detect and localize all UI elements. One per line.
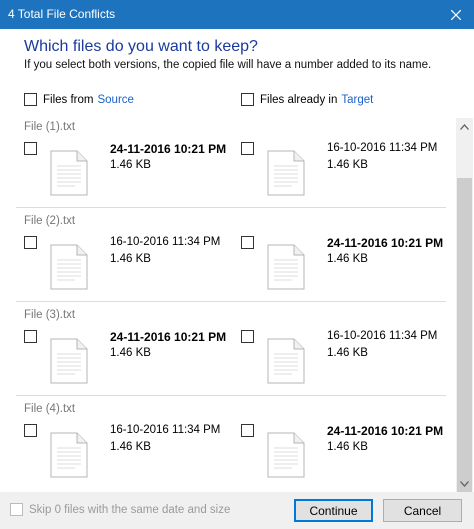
source-version: 24-11-2016 10:21 PM 1.46 KB xyxy=(24,140,234,202)
file-icon xyxy=(267,338,305,384)
source-link[interactable]: Source xyxy=(97,94,133,106)
target-date: 24-11-2016 10:21 PM xyxy=(327,424,444,438)
filter-target[interactable]: Files already in Target xyxy=(241,93,373,106)
title-bar: 4 Total File Conflicts xyxy=(0,0,474,29)
source-version: 16-10-2016 11:34 PM 1.46 KB xyxy=(24,234,234,296)
conflict-file-name: File (4).txt xyxy=(24,403,76,415)
conflict-list: File (1).txt 24-11-2016 10:21 PM 1.46 KB… xyxy=(16,118,456,492)
scroll-up-button[interactable] xyxy=(456,118,473,135)
window-title: 4 Total File Conflicts xyxy=(8,7,116,21)
target-all-checkbox[interactable] xyxy=(241,93,254,106)
conflict-file-name: File (1).txt xyxy=(24,121,76,133)
keep-target-checkbox[interactable] xyxy=(241,142,254,155)
file-icon xyxy=(50,432,88,478)
scrollbar-thumb[interactable] xyxy=(457,178,472,492)
source-size: 1.46 KB xyxy=(110,253,151,265)
dialog-subheading: If you select both versions, the copied … xyxy=(24,59,432,71)
skip-same-files: Skip 0 files with the same date and size xyxy=(10,503,230,516)
target-version: 16-10-2016 11:34 PM 1.46 KB xyxy=(241,140,451,202)
filter-source[interactable]: Files from Source xyxy=(24,93,134,106)
scroll-up-arrow-icon xyxy=(460,123,469,130)
source-date: 16-10-2016 11:34 PM xyxy=(110,424,221,436)
target-date: 16-10-2016 11:34 PM xyxy=(327,330,438,342)
target-version: 24-11-2016 10:21 PM 1.46 KB xyxy=(241,234,451,296)
file-icon xyxy=(267,150,305,196)
target-date: 16-10-2016 11:34 PM xyxy=(327,142,438,154)
source-version: 24-11-2016 10:21 PM 1.46 KB xyxy=(24,328,234,390)
filter-target-label: Files already in xyxy=(260,93,338,106)
keep-target-checkbox[interactable] xyxy=(241,424,254,437)
target-date: 24-11-2016 10:21 PM xyxy=(327,236,444,250)
row-divider xyxy=(16,207,446,208)
conflict-row: File (4).txt 16-10-2016 11:34 PM 1.46 KB… xyxy=(16,400,446,492)
keep-target-checkbox[interactable] xyxy=(241,236,254,249)
conflict-row: File (1).txt 24-11-2016 10:21 PM 1.46 KB… xyxy=(16,118,446,212)
close-button[interactable] xyxy=(438,0,474,29)
target-size: 1.46 KB xyxy=(327,253,368,265)
source-size: 1.46 KB xyxy=(110,347,151,359)
file-icon xyxy=(267,432,305,478)
target-version: 24-11-2016 10:21 PM 1.46 KB xyxy=(241,422,451,484)
skip-same-label: Skip 0 files with the same date and size xyxy=(29,503,231,516)
conflict-file-name: File (3).txt xyxy=(24,309,76,321)
source-date: 24-11-2016 10:21 PM xyxy=(110,330,227,344)
source-version: 16-10-2016 11:34 PM 1.46 KB xyxy=(24,422,234,484)
conflict-row: File (2).txt 16-10-2016 11:34 PM 1.46 KB… xyxy=(16,212,446,306)
keep-target-checkbox[interactable] xyxy=(241,330,254,343)
target-size: 1.46 KB xyxy=(327,441,368,453)
conflict-file-name: File (2).txt xyxy=(24,215,76,227)
file-icon xyxy=(267,244,305,290)
close-icon xyxy=(451,9,461,20)
file-icon xyxy=(50,150,88,196)
source-date: 24-11-2016 10:21 PM xyxy=(110,142,227,156)
conflict-row: File (3).txt 24-11-2016 10:21 PM 1.46 KB… xyxy=(16,306,446,400)
file-icon xyxy=(50,244,88,290)
vertical-scrollbar[interactable] xyxy=(456,118,473,492)
scroll-down-arrow-icon xyxy=(460,480,469,487)
source-size: 1.46 KB xyxy=(110,441,151,453)
row-divider xyxy=(16,395,446,396)
keep-source-checkbox[interactable] xyxy=(24,424,37,437)
dialog-heading: Which files do you want to keep? xyxy=(24,38,258,55)
keep-source-checkbox[interactable] xyxy=(24,236,37,249)
source-date: 16-10-2016 11:34 PM xyxy=(110,236,221,248)
continue-button[interactable]: Continue xyxy=(294,499,373,522)
source-size: 1.46 KB xyxy=(110,159,151,171)
skip-same-checkbox[interactable] xyxy=(10,503,23,516)
cancel-button[interactable]: Cancel xyxy=(383,499,462,522)
keep-source-checkbox[interactable] xyxy=(24,142,37,155)
scroll-down-button[interactable] xyxy=(456,475,473,492)
source-all-checkbox[interactable] xyxy=(24,93,37,106)
keep-source-checkbox[interactable] xyxy=(24,330,37,343)
row-divider xyxy=(16,301,446,302)
target-size: 1.46 KB xyxy=(327,159,368,171)
file-icon xyxy=(50,338,88,384)
target-link[interactable]: Target xyxy=(341,94,373,106)
target-size: 1.46 KB xyxy=(327,347,368,359)
dialog-footer: Skip 0 files with the same date and size… xyxy=(0,492,474,529)
target-version: 16-10-2016 11:34 PM 1.46 KB xyxy=(241,328,451,390)
filter-source-label: Files from xyxy=(43,93,94,106)
